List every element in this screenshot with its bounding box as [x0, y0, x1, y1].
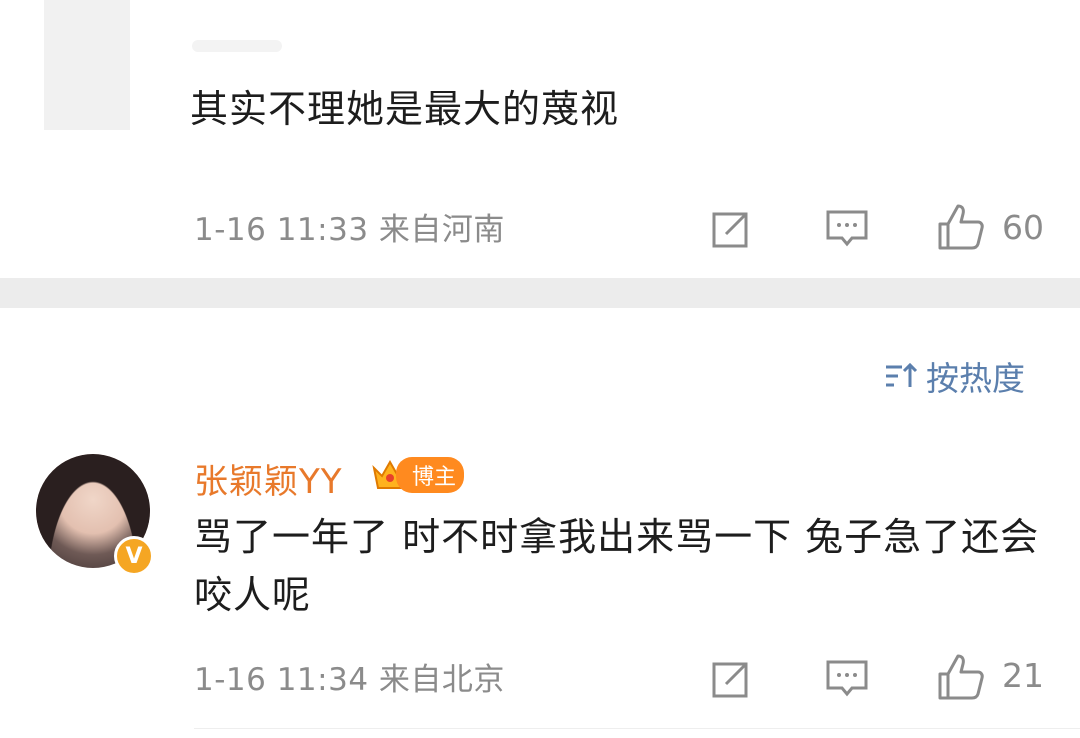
comment-button[interactable]	[824, 206, 870, 250]
share-button[interactable]	[710, 206, 754, 250]
comment-text: 其实不理她是最大的蔑视	[190, 87, 620, 131]
comment-text: 骂了一年了 时不时拿我出来骂一下 兔子急了还会咬人呢	[194, 515, 1040, 617]
comment-icon	[826, 210, 868, 247]
share-button[interactable]	[710, 656, 754, 700]
sort-toggle[interactable]: 按热度	[884, 352, 1025, 400]
blogger-badge: 博主	[370, 456, 465, 494]
verified-badge: V	[114, 536, 154, 576]
username-placeholder	[192, 40, 282, 52]
comment-item-1: 其实不理她是最大的蔑视 1-16 11:33 来自河南 60	[0, 0, 1080, 278]
avatar[interactable]	[44, 0, 130, 130]
comment-meta: 1-16 11:33 来自河南	[194, 212, 505, 248]
like-count: 21	[1002, 656, 1044, 695]
section-divider	[0, 278, 1080, 308]
blogger-tag: 博主	[396, 457, 465, 493]
comment-meta: 1-16 11:34 来自北京	[194, 662, 505, 698]
thumbs-up-icon	[938, 204, 984, 250]
comment-button[interactable]	[824, 656, 870, 700]
like-count: 60	[1002, 208, 1044, 247]
thumbs-up-icon	[938, 654, 984, 700]
comment-icon	[826, 660, 868, 697]
sort-label: 按热度	[926, 359, 1025, 398]
like-button[interactable]	[936, 652, 986, 702]
share-icon	[712, 662, 748, 698]
sort-icon	[886, 362, 918, 387]
like-button[interactable]	[936, 202, 986, 252]
username[interactable]: 张颖颖YY	[194, 454, 343, 503]
row-divider	[194, 728, 1080, 729]
share-icon	[712, 212, 748, 248]
